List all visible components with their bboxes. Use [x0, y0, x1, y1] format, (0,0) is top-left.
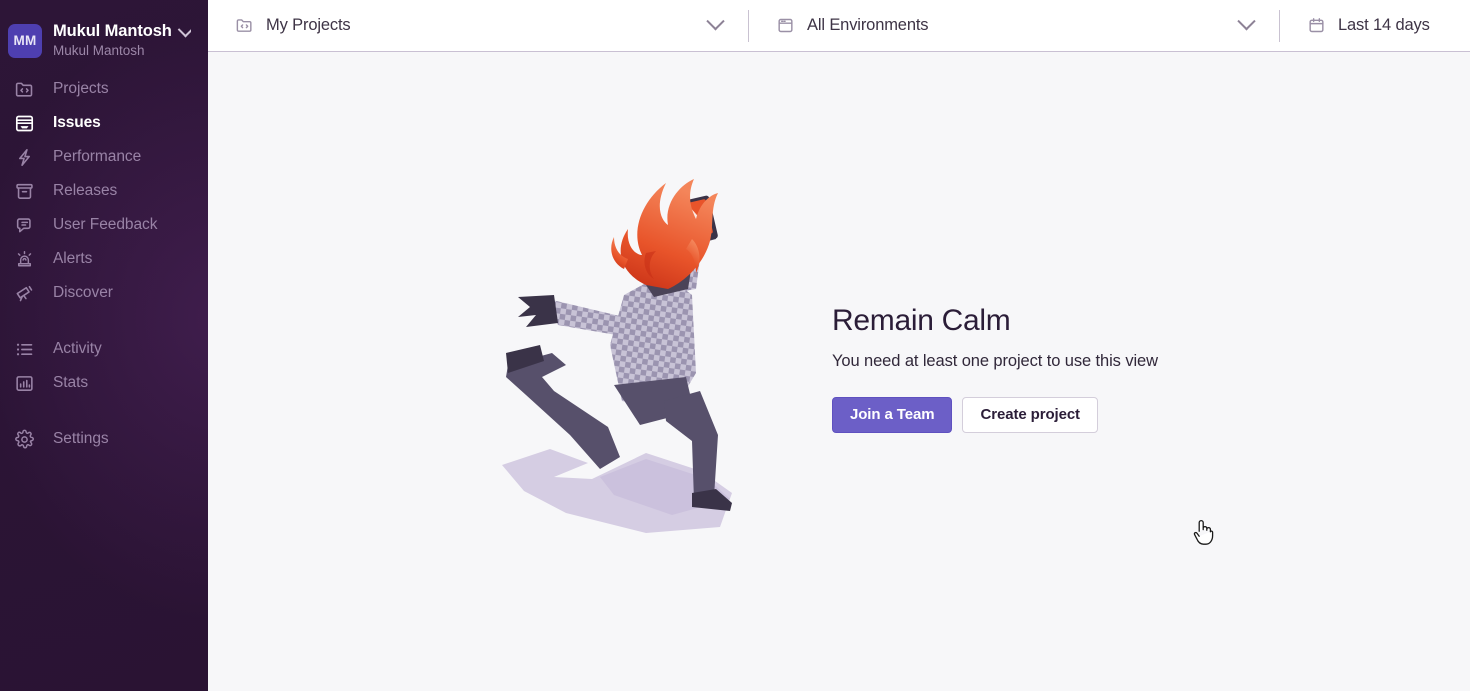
- sidebar-item-label: Alerts: [53, 250, 93, 267]
- chevron-down-icon: [1237, 12, 1256, 31]
- sidebar: MM Mukul Mantosh Mukul Mantosh Projects: [0, 0, 208, 691]
- environment-selector-label: All Environments: [807, 16, 929, 34]
- sidebar-item-settings[interactable]: Settings: [0, 422, 208, 456]
- app-root: MM Mukul Mantosh Mukul Mantosh Projects: [0, 0, 1470, 691]
- sidebar-item-label: Performance: [53, 148, 142, 165]
- releases-box-icon: [12, 179, 36, 203]
- sidebar-item-projects[interactable]: Projects: [0, 72, 208, 106]
- empty-state: Remain Calm You need at least one projec…: [208, 177, 1470, 567]
- front-arm: [548, 298, 628, 337]
- org-name: Mukul Mantosh: [53, 22, 191, 41]
- sidebar-item-issues[interactable]: Issues: [0, 106, 208, 140]
- sidebar-item-label: Discover: [53, 284, 113, 301]
- date-range-label: Last 14 days: [1338, 16, 1430, 34]
- sidebar-item-alerts[interactable]: Alerts: [0, 242, 208, 276]
- sidebar-item-label: Stats: [53, 374, 89, 391]
- chevron-down-icon: [706, 12, 725, 31]
- main-area: My Projects All Environments Last 14 day…: [208, 0, 1470, 691]
- sidebar-item-label: Activity: [53, 340, 102, 357]
- sidebar-group-settings: Settings: [0, 422, 208, 456]
- sidebar-item-releases[interactable]: Releases: [0, 174, 208, 208]
- sidebar-item-label: Projects: [53, 80, 109, 97]
- sidebar-item-label: User Feedback: [53, 216, 158, 233]
- create-project-button[interactable]: Create project: [962, 396, 1098, 433]
- date-range-selector[interactable]: Last 14 days: [1280, 0, 1470, 51]
- global-filter-bar: My Projects All Environments Last 14 day…: [208, 0, 1470, 52]
- content-area: Remain Calm You need at least one projec…: [208, 52, 1470, 691]
- environment-selector[interactable]: All Environments: [749, 0, 1279, 51]
- speech-bubble-icon: [12, 213, 36, 237]
- sidebar-group-primary: Projects Issues Performance Releases Use…: [0, 72, 208, 310]
- running-person-on-fire-illustration: [496, 177, 786, 567]
- code-folder-icon: [234, 16, 254, 36]
- org-name-label: Mukul Mantosh: [53, 22, 172, 41]
- project-selector[interactable]: My Projects: [208, 0, 748, 51]
- sidebar-item-performance[interactable]: Performance: [0, 140, 208, 174]
- calendar-icon: [1306, 16, 1326, 36]
- sidebar-item-label: Settings: [53, 430, 109, 447]
- empty-state-description: You need at least one project to use thi…: [832, 351, 1158, 370]
- lightning-bolt-icon: [12, 145, 36, 169]
- code-folder-icon: [12, 77, 36, 101]
- sidebar-item-activity[interactable]: Activity: [0, 332, 208, 366]
- flame-hair: [611, 178, 718, 289]
- left-hand: [518, 294, 558, 327]
- page-title: Remain Calm: [832, 304, 1011, 338]
- join-a-team-button[interactable]: Join a Team: [832, 396, 953, 433]
- empty-state-text: Remain Calm You need at least one projec…: [832, 304, 1192, 439]
- sidebar-item-discover[interactable]: Discover: [0, 276, 208, 310]
- sidebar-item-user-feedback[interactable]: User Feedback: [0, 208, 208, 242]
- sidebar-group-secondary: Activity Stats: [0, 332, 208, 400]
- org-subtitle: Mukul Mantosh: [53, 42, 145, 58]
- org-dropdown[interactable]: MM Mukul Mantosh Mukul Mantosh: [0, 0, 208, 66]
- bar-chart-icon: [12, 371, 36, 395]
- org-text: Mukul Mantosh Mukul Mantosh: [53, 22, 191, 58]
- siren-icon: [12, 247, 36, 271]
- issues-drawer-icon: [12, 111, 36, 135]
- sidebar-item-stats[interactable]: Stats: [0, 366, 208, 400]
- sidebar-item-label: Releases: [53, 182, 118, 199]
- sidebar-item-label: Issues: [53, 114, 101, 131]
- chevron-down-icon: [177, 22, 191, 37]
- project-selector-label: My Projects: [266, 16, 351, 34]
- back-leg: [506, 352, 620, 469]
- avatar: MM: [8, 23, 42, 58]
- list-icon: [12, 337, 36, 361]
- telescope-icon: [12, 281, 36, 305]
- gear-icon: [12, 427, 36, 451]
- empty-state-actions: Join a Team Create project: [832, 396, 1192, 433]
- window-icon: [775, 16, 795, 36]
